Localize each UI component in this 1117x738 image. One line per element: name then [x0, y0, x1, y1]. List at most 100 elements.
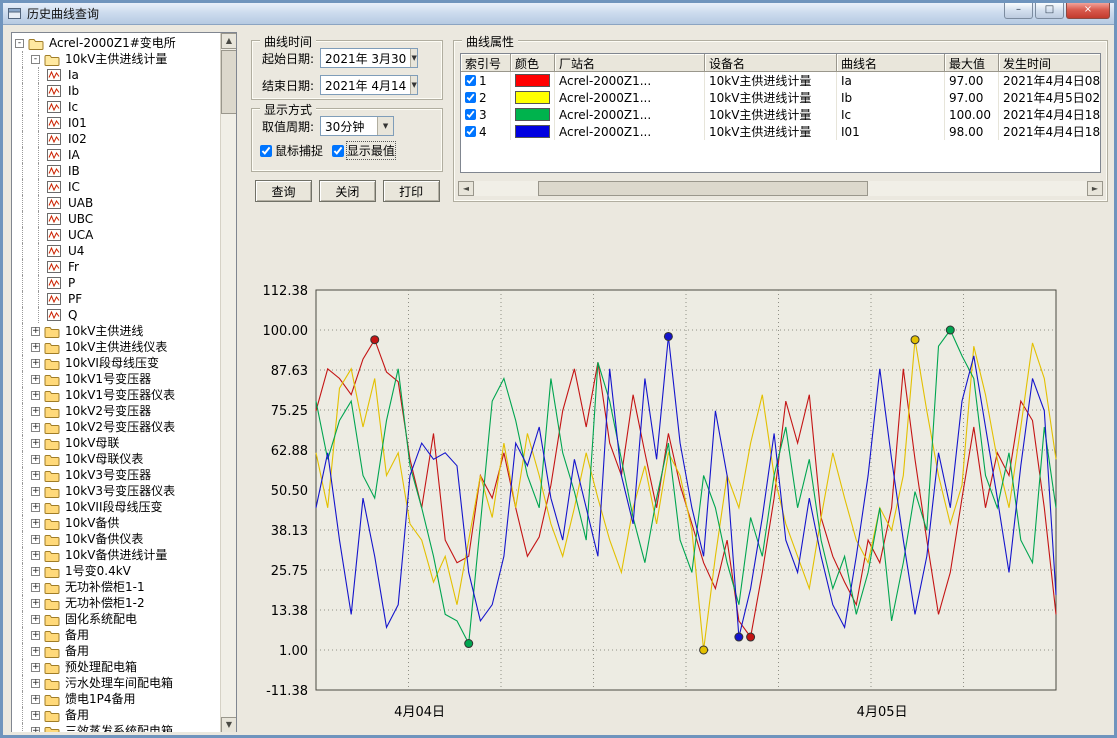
mouse-capture-input[interactable] [260, 145, 272, 157]
collapse-icon[interactable]: - [15, 39, 24, 48]
close-button[interactable]: 关闭 [319, 180, 376, 202]
show-extremes-checkbox[interactable]: 显示最值 [332, 142, 395, 159]
expand-icon[interactable]: + [31, 679, 40, 688]
tree-item-folder[interactable]: +无功补偿柜1-1 [15, 579, 219, 595]
expand-icon[interactable]: + [31, 711, 40, 720]
tree-item-signal[interactable]: PF [15, 291, 219, 307]
tree-item-folder[interactable]: +备用 [15, 707, 219, 723]
hscroll-thumb[interactable] [538, 181, 868, 196]
tree-item-signal[interactable]: UBC [15, 211, 219, 227]
tree-item-folder[interactable]: +预处理配电箱 [15, 659, 219, 675]
expand-icon[interactable]: + [31, 471, 40, 480]
expand-icon[interactable]: + [31, 423, 40, 432]
tree-item-folder[interactable]: +10kV3号变压器 [15, 467, 219, 483]
hscroll-track[interactable] [474, 181, 1087, 196]
table-row[interactable]: 2Acrel-2000Z1...10kV主供进线计量Ib97.002021年4月… [461, 89, 1100, 106]
column-header[interactable]: 发生时间 [999, 54, 1101, 72]
maximize-button[interactable]: □ [1035, 3, 1064, 19]
tree-item-folder[interactable]: +10kV1号变压器仪表 [15, 387, 219, 403]
chevron-down-icon[interactable]: ▼ [377, 117, 393, 135]
expand-icon[interactable]: + [31, 503, 40, 512]
titlebar[interactable]: 历史曲线查询 – □ × [3, 3, 1114, 25]
tree-item-folder[interactable]: +10kV备供仪表 [15, 531, 219, 547]
close-icon[interactable]: × [1066, 3, 1110, 19]
table-row[interactable]: 3Acrel-2000Z1...10kV主供进线计量Ic100.002021年4… [461, 106, 1100, 123]
expand-icon[interactable]: + [31, 583, 40, 592]
expand-icon[interactable]: + [31, 567, 40, 576]
tree-item-signal[interactable]: Ib [15, 83, 219, 99]
tree-item-signal[interactable]: Q [15, 307, 219, 323]
mouse-capture-checkbox[interactable]: 鼠标捕捉 [260, 142, 323, 159]
tree-item-folder[interactable]: +10kV备供进线计量 [15, 547, 219, 563]
column-header[interactable]: 颜色 [511, 54, 555, 72]
end-date-select[interactable]: 2021年 4月14 ▼ [320, 75, 418, 95]
column-header[interactable]: 曲线名 [837, 54, 945, 72]
expand-icon[interactable]: + [31, 519, 40, 528]
expand-icon[interactable]: + [31, 551, 40, 560]
tree-item-signal[interactable]: IC [15, 179, 219, 195]
expand-icon[interactable]: + [31, 695, 40, 704]
chevron-down-icon[interactable]: ▼ [410, 76, 417, 94]
tree-item-folder[interactable]: +10kV备供 [15, 515, 219, 531]
column-header[interactable]: 索引号 [461, 54, 511, 72]
tree-item-folder[interactable]: +馈电1P4备用 [15, 691, 219, 707]
tree-item-folder[interactable]: +10kV主供进线 [15, 323, 219, 339]
scroll-up-icon[interactable]: ▲ [221, 33, 237, 49]
tree-item-folder[interactable]: +三效蒸发系统配电箱 [15, 723, 219, 732]
tree-item-folder[interactable]: +污水处理车间配电箱 [15, 675, 219, 691]
minimize-button[interactable]: – [1004, 3, 1033, 19]
tree-item-signal[interactable]: UCA [15, 227, 219, 243]
expand-icon[interactable]: + [31, 343, 40, 352]
curve-table-hscrollbar[interactable]: ◄ ► [458, 181, 1103, 196]
expand-icon[interactable]: + [31, 439, 40, 448]
tree-item-folder[interactable]: +10kV主供进线仪表 [15, 339, 219, 355]
expand-icon[interactable]: + [31, 647, 40, 656]
tree-item-folder[interactable]: +无功补偿柜1-2 [15, 595, 219, 611]
expand-icon[interactable]: + [31, 599, 40, 608]
tree-item-folder[interactable]: +10kV3号变压器仪表 [15, 483, 219, 499]
curve-visible-checkbox[interactable] [465, 109, 476, 120]
start-date-select[interactable]: 2021年 3月30 ▼ [320, 48, 418, 68]
tree-item-signal[interactable]: P [15, 275, 219, 291]
expand-icon[interactable]: + [31, 535, 40, 544]
tree-item-folder[interactable]: +10kVI段母线压变 [15, 355, 219, 371]
show-extremes-input[interactable] [332, 145, 344, 157]
print-button[interactable]: 打印 [383, 180, 440, 202]
tree-item-folder[interactable]: +备用 [15, 643, 219, 659]
tree-item-folder[interactable]: +10kVII段母线压变 [15, 499, 219, 515]
expand-icon[interactable]: + [31, 615, 40, 624]
collapse-icon[interactable]: - [31, 55, 40, 64]
tree-item-signal[interactable]: I02 [15, 131, 219, 147]
column-header[interactable]: 设备名 [705, 54, 837, 72]
expand-icon[interactable]: + [31, 727, 40, 733]
tree-item-folder[interactable]: +10kV母联仪表 [15, 451, 219, 467]
tree-item-signal[interactable]: Fr [15, 259, 219, 275]
column-header[interactable]: 最大值 [945, 54, 999, 72]
tree-item-signal[interactable]: I01 [15, 115, 219, 131]
tree-scrollbar-thumb[interactable] [221, 50, 237, 114]
tree-item-folder[interactable]: +10kV母联 [15, 435, 219, 451]
tree-item-signal[interactable]: UAB [15, 195, 219, 211]
curve-visible-checkbox[interactable] [465, 126, 476, 137]
tree-item-signal[interactable]: Ia [15, 67, 219, 83]
chevron-down-icon[interactable]: ▼ [410, 49, 417, 67]
expand-icon[interactable]: + [31, 327, 40, 336]
scroll-left-icon[interactable]: ◄ [458, 181, 474, 196]
tree-item-folder[interactable]: +10kV2号变压器 [15, 403, 219, 419]
expand-icon[interactable]: + [31, 359, 40, 368]
expand-icon[interactable]: + [31, 455, 40, 464]
table-row[interactable]: 4Acrel-2000Z1...10kV主供进线计量I0198.002021年4… [461, 123, 1100, 140]
tree-item-folder[interactable]: +固化系统配电 [15, 611, 219, 627]
column-header[interactable]: 厂站名 [555, 54, 705, 72]
tree-item-measure-folder[interactable]: -10kV主供进线计量 [15, 51, 219, 67]
curve-visible-checkbox[interactable] [465, 92, 476, 103]
period-select[interactable]: 30分钟 ▼ [320, 116, 394, 136]
tree-item-signal[interactable]: Ic [15, 99, 219, 115]
tree-view[interactable]: -Acrel-2000Z1#变电所-10kV主供进线计量IaIbIcI01I02… [13, 34, 219, 732]
expand-icon[interactable]: + [31, 631, 40, 640]
tree-item-folder[interactable]: +10kV2号变压器仪表 [15, 419, 219, 435]
expand-icon[interactable]: + [31, 391, 40, 400]
tree-item-signal[interactable]: IA [15, 147, 219, 163]
query-button[interactable]: 查询 [255, 180, 312, 202]
curve-visible-checkbox[interactable] [465, 75, 476, 86]
